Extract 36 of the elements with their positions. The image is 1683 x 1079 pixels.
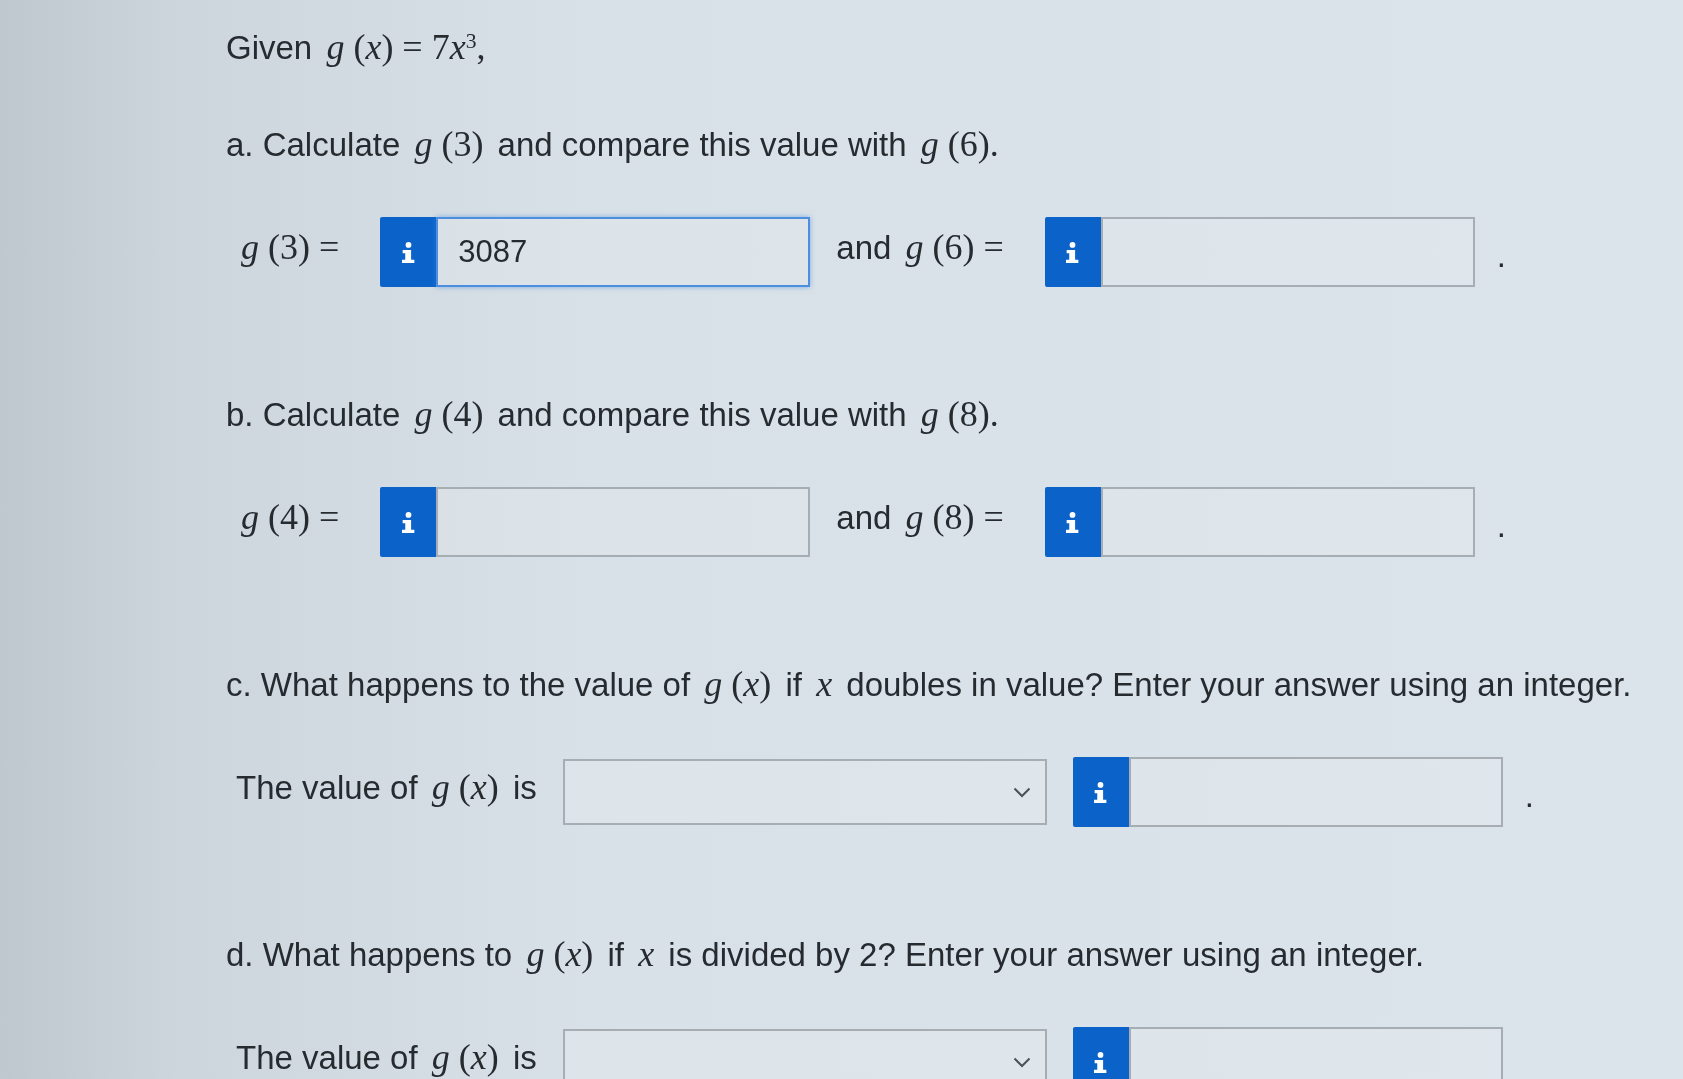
question-text: b. Calculate g (4) and compare this value with g (8). [226,394,1000,436]
info-icon [1066,511,1080,533]
info-icon [401,241,415,263]
equation-label: The value of g (x) is [236,1039,537,1075]
info-icon [1094,781,1108,803]
question-text: a. Calculate g (3) and compare this value with g (6). [226,124,1000,166]
info-icon [1094,1051,1108,1073]
answer-input[interactable] [1128,757,1503,827]
answer-input[interactable] [1128,1027,1503,1079]
dropdown[interactable] [562,1029,1047,1079]
sentence-period: . [1496,509,1506,543]
info-button[interactable] [380,217,437,287]
info-button[interactable] [1044,487,1101,557]
info-button[interactable] [1044,217,1101,287]
info-button[interactable] [1072,1027,1129,1079]
chevron-down-icon [1012,786,1031,798]
sentence-period: . [1524,779,1534,813]
equation-label: and g (6) = [836,229,1005,265]
info-button[interactable] [380,487,437,557]
info-icon [1066,241,1080,263]
chevron-down-icon [1012,1056,1031,1068]
question-text: d. What happens to g (x) if x is divided by 2? Enter your answer using an integer. [226,934,1425,976]
answer-input[interactable] [1100,217,1475,287]
info-icon [401,511,415,533]
equation-label: g (4) = [240,499,341,535]
answer-input[interactable] [436,487,811,557]
info-button[interactable] [1072,757,1129,827]
equation-label: and g (8) = [836,499,1005,535]
answer-input[interactable] [1100,487,1475,557]
sentence-period: . [1496,239,1506,273]
equation-label: The value of g (x) is [236,769,537,805]
dropdown[interactable] [562,759,1047,825]
question-text: c. What happens to the value of g (x) if x doubles in value? Enter your answer using an integer. [226,664,1632,706]
answer-input[interactable]: 3087 [436,217,811,287]
problem-statement: Given g (x) = 7x$^{3}$, [226,27,487,69]
equation-label: g (3) = [240,229,341,265]
